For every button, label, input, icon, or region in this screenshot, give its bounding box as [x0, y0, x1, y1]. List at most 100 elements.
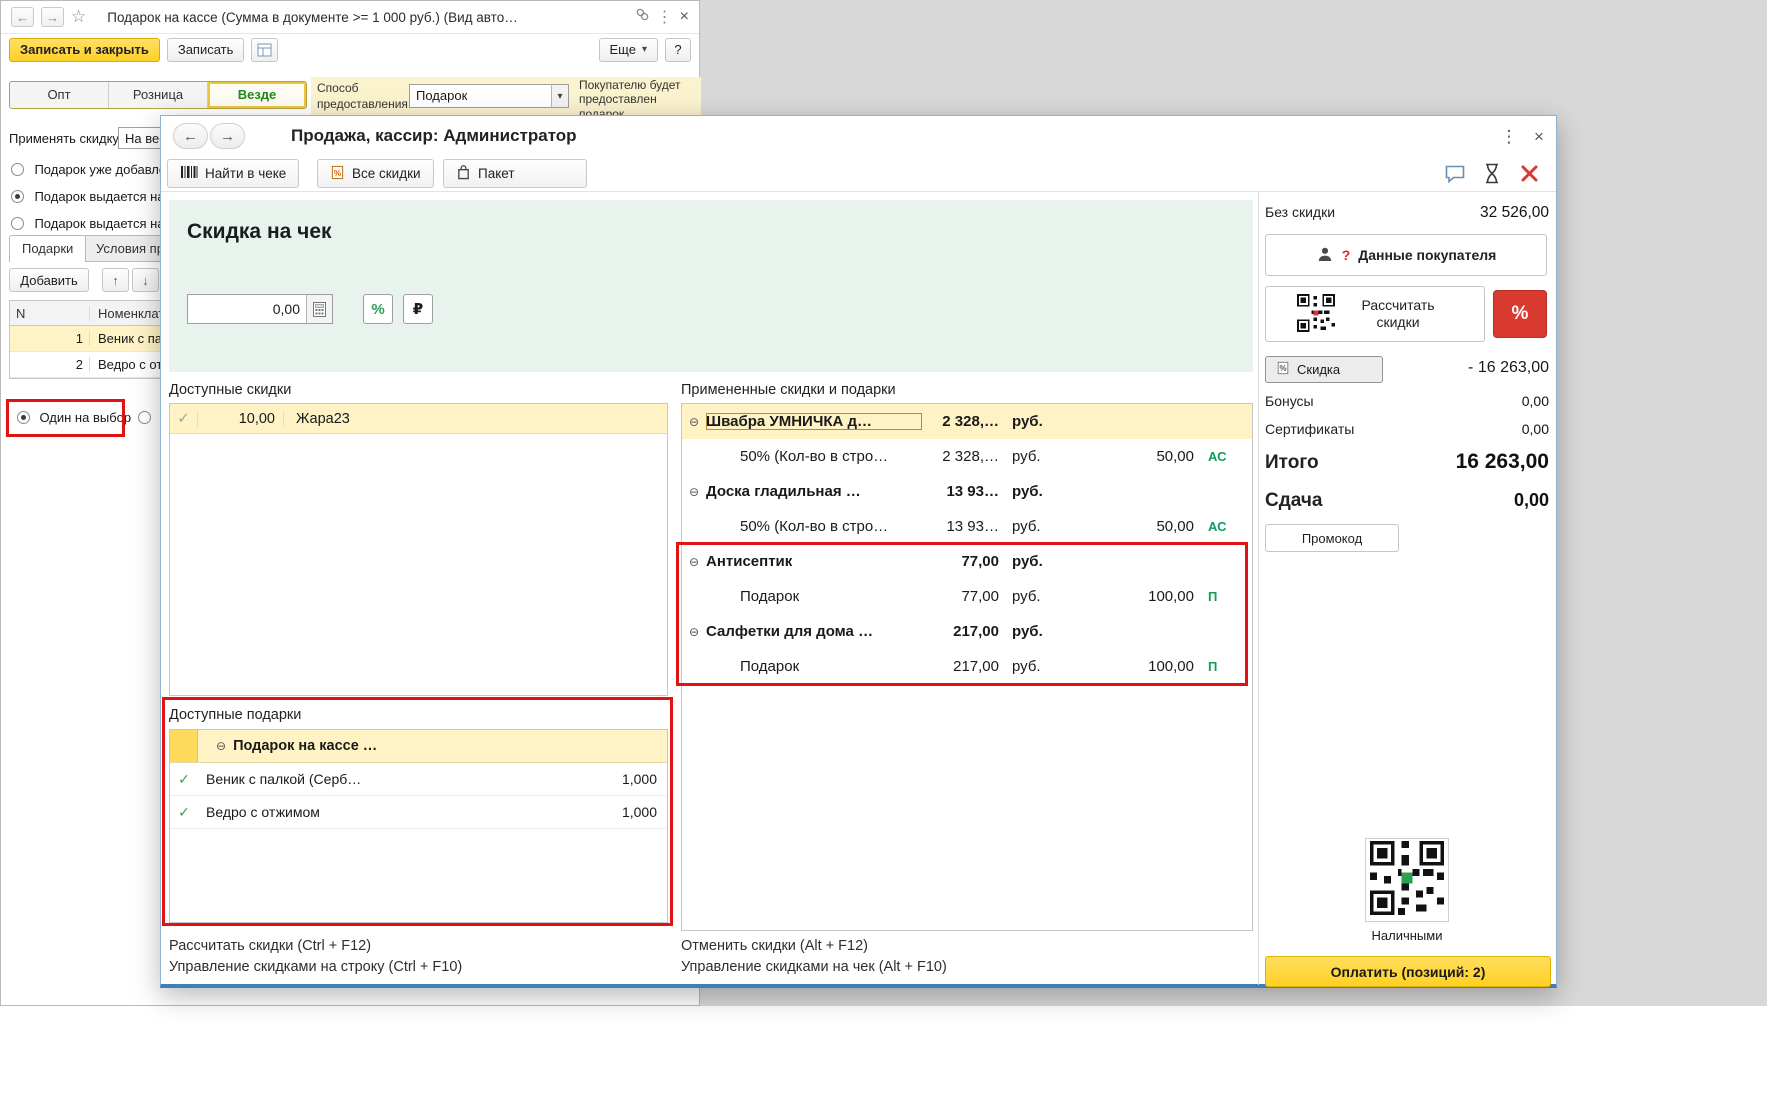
menu-dots-icon[interactable]: ⋮: [657, 7, 673, 27]
applied-discount-row[interactable]: 50% (Кол-во в стро… 2 328,… руб. 50,00 А…: [682, 439, 1252, 474]
certificates-label: Сертификаты: [1265, 421, 1355, 437]
radio-gift-added[interactable]: Подарок уже добавлен в: [11, 161, 184, 179]
calculator-icon[interactable]: [306, 295, 332, 323]
applied-gift-row[interactable]: Подарок 217,00 руб. 100,00 П: [682, 649, 1252, 684]
item-amount: 2 328,…: [942, 413, 999, 430]
column-n: N: [10, 305, 90, 321]
no-discount-value: 32 526,00: [1480, 204, 1549, 221]
help-button[interactable]: ?: [665, 37, 691, 62]
package-button[interactable]: Пакет: [443, 159, 587, 188]
item-amount: 77,00: [961, 553, 999, 570]
applied-item-row[interactable]: ⊖ Доска гладильная … 13 93… руб.: [682, 474, 1252, 509]
back-button[interactable]: ←: [173, 123, 208, 149]
add-button[interactable]: Добавить: [9, 268, 89, 292]
cancel-red-x-icon[interactable]: [1520, 164, 1539, 188]
find-in-check-button[interactable]: Найти в чеке: [167, 159, 300, 188]
close-icon[interactable]: ×: [1527, 125, 1551, 149]
provision-note: Покупателю будет предоставлен подарок: [579, 78, 681, 116]
radio-gift-at-register[interactable]: Подарок выдается на ка: [11, 188, 181, 206]
segment-everywhere[interactable]: Везде: [208, 82, 306, 108]
pay-button[interactable]: Оплатить (позиций: 2): [1265, 956, 1551, 987]
comment-icon[interactable]: [1444, 164, 1466, 189]
gift-name: Подарок: [740, 588, 800, 605]
collapse-icon[interactable]: ⊖: [682, 625, 706, 639]
calculate-discounts-button[interactable]: Рассчитать скидки: [1265, 286, 1485, 342]
forward-button[interactable]: →: [210, 123, 245, 149]
radio-gift-at-register-2[interactable]: Подарок выдается на ка: [11, 215, 181, 233]
menu-dots-icon[interactable]: ⋮: [1497, 125, 1521, 149]
discount-doc-icon: %: [1276, 361, 1290, 378]
gift-currency: руб.: [1012, 658, 1041, 675]
item-name: Доска гладильная …: [706, 483, 861, 500]
link-icon[interactable]: [635, 7, 650, 27]
applied-item-row[interactable]: ⊖ Салфетки для дома … 217,00 руб.: [682, 614, 1252, 649]
save-button[interactable]: Записать: [166, 37, 245, 62]
favorite-star-icon[interactable]: ☆: [71, 7, 86, 27]
collapse-icon[interactable]: ⊖: [682, 415, 706, 429]
radio-icon: [11, 190, 24, 203]
apply-discount-label: Применять скидку:: [9, 131, 123, 146]
discount-percent: 50,00: [1156, 448, 1194, 465]
segment-opt[interactable]: Опт: [10, 82, 109, 108]
sale-window: ← → Продажа, кассир: Администратор ⋮ × Н…: [160, 115, 1557, 988]
radio-label: Один на выбор: [39, 410, 132, 425]
forward-button[interactable]: →: [41, 7, 64, 27]
total-row: Итого 16 263,00: [1265, 450, 1549, 474]
collapse-icon[interactable]: ⊖: [682, 555, 706, 569]
gift-group-name: ⊖ Подарок на кассе …: [216, 738, 378, 754]
person-icon: [1316, 245, 1334, 266]
applied-item-row[interactable]: ⊖ Швабра УМНИЧКА д… 2 328,… руб.: [682, 404, 1252, 439]
gift-row[interactable]: ✓ Веник с палкой (Серб… 1,000: [170, 763, 667, 796]
available-discounts-table: ✓ 10,00 Жара23: [169, 403, 668, 696]
applied-discounts-table: ⊖ Швабра УМНИЧКА д… 2 328,… руб. 50% (Ко…: [681, 403, 1253, 931]
close-icon[interactable]: ×: [680, 8, 689, 26]
back-button[interactable]: ←: [11, 7, 34, 27]
move-down-button[interactable]: ↓: [132, 268, 159, 292]
provision-method-combobox[interactable]: Подарок ▾: [409, 84, 569, 108]
percent-red-button[interactable]: %: [1493, 290, 1547, 338]
check-icon: ✓: [178, 803, 190, 820]
move-up-button[interactable]: ↑: [102, 268, 129, 292]
provision-method-value: Подарок: [416, 88, 468, 103]
tab-gifts[interactable]: Подарки: [9, 235, 87, 262]
gift-rule-titlebar: ← → ☆ Подарок на кассе (Сумма в документ…: [1, 1, 699, 34]
gift-group-row[interactable]: ⊖ Подарок на кассе …: [170, 730, 667, 763]
discount-amount: 13 93…: [946, 518, 999, 535]
hourglass-icon[interactable]: [1484, 163, 1500, 189]
svg-text:%: %: [1280, 364, 1287, 373]
gift-name: Веник с палкой (Серб…: [206, 771, 362, 787]
cash-qr-card[interactable]: [1365, 838, 1449, 922]
group-marker-cell: [170, 730, 198, 762]
radio-icon: [11, 217, 24, 230]
available-discounts-label: Доступные скидки: [169, 382, 292, 398]
more-button[interactable]: Еще ▾: [598, 37, 658, 62]
applied-item-row[interactable]: ⊖ Антисептик 77,00 руб.: [682, 544, 1252, 579]
segment-retail[interactable]: Розница: [109, 82, 208, 108]
applied-gift-row[interactable]: Подарок 77,00 руб. 100,00 П: [682, 579, 1252, 614]
discount-toggle-button[interactable]: % Скидка: [1265, 356, 1383, 383]
promo-code-button[interactable]: Промокод: [1265, 524, 1399, 552]
radio-one-of-choice[interactable]: Один на выбор: [17, 409, 131, 427]
hint-check-discounts: Управление скидками на чек (Alt + F10): [681, 959, 947, 975]
discount-name: 50% (Кол-во в стро…: [740, 518, 889, 535]
cell-n: 2: [10, 357, 90, 372]
qr-code-icon: [1297, 293, 1335, 335]
calculate-discounts-label: Рассчитать скидки: [1361, 296, 1435, 331]
discount-amount-input[interactable]: 0,00: [187, 294, 333, 324]
radio-icon: [17, 411, 30, 424]
discount-row[interactable]: ✓ 10,00 Жара23: [170, 404, 667, 434]
discount-amount-value: 0,00: [272, 301, 300, 317]
save-and-close-button[interactable]: Записать и закрыть: [9, 37, 160, 62]
gift-currency: руб.: [1012, 588, 1041, 605]
collapse-icon[interactable]: ⊖: [216, 739, 226, 753]
all-discounts-button[interactable]: % Все скидки: [317, 159, 434, 188]
available-gifts-label: Доступные подарки: [169, 707, 302, 723]
document-structure-icon-button[interactable]: [251, 37, 279, 62]
applied-discount-row[interactable]: 50% (Кол-во в стро… 13 93… руб. 50,00 АС: [682, 509, 1252, 544]
ruble-mode-button[interactable]: ₽: [403, 294, 433, 324]
percent-mode-button[interactable]: %: [363, 294, 393, 324]
customer-data-button[interactable]: ? Данные покупателя: [1265, 234, 1547, 276]
gift-row[interactable]: ✓ Ведро с отжимом 1,000: [170, 796, 667, 829]
check-icon: ✓: [170, 410, 198, 427]
collapse-icon[interactable]: ⊖: [682, 485, 706, 499]
